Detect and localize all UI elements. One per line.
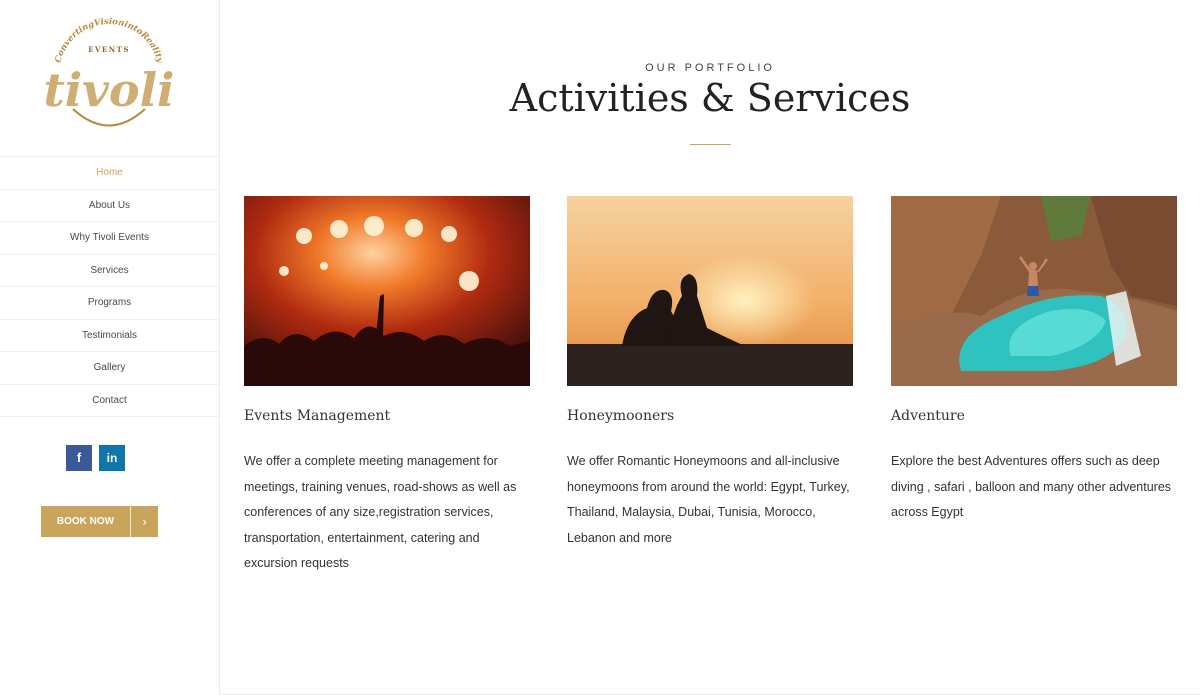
waterfall-adventure-image[interactable] (891, 196, 1177, 386)
sunset-couple-image[interactable] (567, 196, 853, 386)
nav-item-why-tivoli-events[interactable]: Why Tivoli Events (0, 222, 219, 255)
card-title[interactable]: Events Management (244, 408, 530, 428)
book-now-button[interactable]: BOOK NOW › (41, 506, 158, 537)
card-description: Explore the best Adventures offers such … (891, 454, 1172, 519)
tivoli-logo[interactable]: ConvertingVisionintoReality EVENTS tivol… (43, 14, 175, 136)
nav-item-about-us[interactable]: About Us (0, 190, 219, 222)
book-now-label: BOOK NOW (56, 516, 115, 527)
card-honeymooners: Honeymooners We offer Romantic Honeymoon… (567, 196, 853, 551)
nav-item-home[interactable]: Home (0, 157, 219, 190)
card-adventure: Adventure Explore the best Adventures of… (891, 196, 1177, 526)
nav-item-programs[interactable]: Programs (0, 287, 219, 320)
facebook-icon[interactable]: f (66, 445, 92, 471)
card-events-management: Events Management We offer a complete me… (244, 196, 530, 577)
logo-arc-text: ConvertingVisionintoReality (53, 17, 165, 65)
logo-events-text: EVENTS (88, 45, 130, 54)
social-links: f in (66, 445, 125, 471)
logo-brand-text: tivoli (45, 63, 173, 117)
nav-item-contact[interactable]: Contact (0, 385, 219, 417)
section-title: Activities & Services (509, 76, 911, 120)
chevron-right-icon: › (130, 506, 158, 537)
card-description: We offer a complete meeting management f… (244, 454, 517, 570)
logo-graphic: ConvertingVisionintoReality EVENTS tivol… (43, 17, 175, 127)
card-title[interactable]: Adventure (891, 408, 1177, 428)
main-nav: Home About Us Why Tivoli Events Services… (0, 156, 219, 417)
concert-image[interactable] (244, 196, 530, 386)
title-divider (690, 144, 731, 145)
nav-item-gallery[interactable]: Gallery (0, 352, 219, 385)
section-eyebrow: OUR PORTFOLIO (645, 62, 775, 74)
sidebar: ConvertingVisionintoReality EVENTS tivol… (0, 0, 220, 695)
linkedin-icon[interactable]: in (99, 445, 125, 471)
nav-item-services[interactable]: Services (0, 255, 219, 287)
card-description: We offer Romantic Honeymoons and all-inc… (567, 454, 850, 545)
nav-item-testimonials[interactable]: Testimonials (0, 320, 219, 352)
card-title[interactable]: Honeymooners (567, 408, 853, 428)
